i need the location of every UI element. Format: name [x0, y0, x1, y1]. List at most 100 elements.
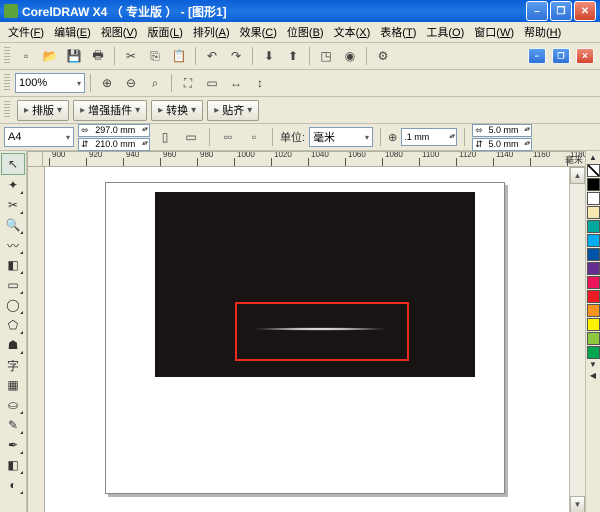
- close-button[interactable]: ✕: [574, 1, 596, 21]
- duplicate-y-input[interactable]: ⇵5.0 mm: [472, 138, 532, 151]
- page-width-input[interactable]: ⬄ 297.0 mm: [78, 124, 150, 137]
- tool-polygon[interactable]: ⬠: [2, 315, 24, 335]
- toolbar-grip[interactable]: [4, 47, 10, 65]
- swatch-10[interactable]: [587, 304, 600, 317]
- menu-v[interactable]: 视图(V): [97, 22, 142, 42]
- tool-crop[interactable]: ✂: [2, 195, 24, 215]
- undo-button[interactable]: ↶: [201, 45, 223, 67]
- ruler-origin[interactable]: [27, 151, 43, 167]
- units-combo[interactable]: 毫米: [309, 127, 373, 147]
- doc-restore-button[interactable]: ❐: [552, 48, 570, 64]
- zoom-out-button[interactable]: ⊖: [120, 72, 142, 94]
- group-button-0[interactable]: ▸排版▾: [17, 100, 69, 121]
- tool-pick[interactable]: ↖: [1, 153, 25, 175]
- tool-ellipse[interactable]: ◯: [2, 295, 24, 315]
- menu-o[interactable]: 工具(O): [422, 22, 468, 42]
- minimize-button[interactable]: –: [526, 1, 548, 21]
- scroll-down-button[interactable]: ▼: [570, 496, 585, 512]
- portrait-button[interactable]: ▯: [154, 126, 176, 148]
- toolbar-grip[interactable]: [4, 101, 10, 119]
- copy-button[interactable]: ⎘: [144, 45, 166, 67]
- page-height-input[interactable]: ⇵ 210.0 mm: [78, 138, 150, 151]
- welcome-button[interactable]: ◉: [339, 45, 361, 67]
- zoom-all-button[interactable]: ⛶: [177, 72, 199, 94]
- tool-basic-shapes[interactable]: ☗: [2, 335, 24, 355]
- paste-button[interactable]: 📋: [168, 45, 190, 67]
- swatch-8[interactable]: [587, 276, 600, 289]
- duplicate-x-input[interactable]: ⬄5.0 mm: [472, 124, 532, 137]
- redo-button[interactable]: ↷: [225, 45, 247, 67]
- scroll-track[interactable]: [570, 184, 585, 496]
- tool-text[interactable]: 字: [2, 355, 24, 375]
- swatch-2[interactable]: [587, 192, 600, 205]
- palette-flyout-button[interactable]: ◀: [590, 371, 596, 382]
- nudge-input[interactable]: .1 mm: [401, 128, 457, 146]
- tool-outline[interactable]: ✒: [2, 435, 24, 455]
- menu-l[interactable]: 版面(L): [143, 22, 186, 42]
- menu-e[interactable]: 编辑(E): [50, 22, 95, 42]
- zoom-height-button[interactable]: ↕: [249, 72, 271, 94]
- palette-down-button[interactable]: ▼: [589, 360, 597, 371]
- menu-x[interactable]: 文本(X): [330, 22, 375, 42]
- swatch-4[interactable]: [587, 220, 600, 233]
- group-button-3[interactable]: ▸贴齐▾: [207, 100, 259, 121]
- swatch-11[interactable]: [587, 318, 600, 331]
- maximize-button[interactable]: ❐: [550, 1, 572, 21]
- swatch-12[interactable]: [587, 332, 600, 345]
- swatch-6[interactable]: [587, 248, 600, 261]
- tool-freehand[interactable]: 〰: [2, 235, 24, 255]
- horizontal-ruler[interactable]: 毫米 9009209409609801000102010401060108011…: [43, 151, 585, 167]
- tool-interactive-fill[interactable]: ◐: [2, 475, 24, 495]
- tool-fill[interactable]: ◧: [2, 455, 24, 475]
- print-button[interactable]: 🖶: [87, 45, 109, 67]
- tool-shape[interactable]: ✦: [2, 175, 24, 195]
- group-button-1[interactable]: ▸增强插件▾: [73, 100, 147, 121]
- swatch-9[interactable]: [587, 290, 600, 303]
- menu-w[interactable]: 窗口(W): [470, 22, 518, 42]
- vertical-scrollbar[interactable]: ▲ ▼: [569, 167, 585, 512]
- swatch-1[interactable]: [587, 178, 600, 191]
- menu-h[interactable]: 帮助(H): [520, 22, 565, 42]
- menu-b[interactable]: 位图(B): [283, 22, 328, 42]
- export-button[interactable]: ⬆: [282, 45, 304, 67]
- swatch-7[interactable]: [587, 262, 600, 275]
- menu-t[interactable]: 表格(T): [376, 22, 420, 42]
- palette-up-button[interactable]: ▲: [589, 153, 597, 164]
- drawing-canvas[interactable]: [45, 167, 569, 512]
- save-button[interactable]: 💾: [63, 45, 85, 67]
- zoom-page-button[interactable]: ▭: [201, 72, 223, 94]
- tool-smart-fill[interactable]: ◧: [2, 255, 24, 275]
- swatch-13[interactable]: [587, 346, 600, 359]
- swatch-5[interactable]: [587, 234, 600, 247]
- zoom-width-button[interactable]: ↔: [225, 72, 247, 94]
- app-launcher-button[interactable]: ◳: [315, 45, 337, 67]
- options-button[interactable]: ⚙: [372, 45, 394, 67]
- zoom-in-button[interactable]: ⊕: [96, 72, 118, 94]
- scroll-up-button[interactable]: ▲: [570, 167, 585, 184]
- tool-table[interactable]: ▦: [2, 375, 24, 395]
- tool-rectangle[interactable]: ▭: [2, 275, 24, 295]
- doc-minimize-button[interactable]: –: [528, 48, 546, 64]
- menu-c[interactable]: 效果(C): [236, 22, 281, 42]
- menu-a[interactable]: 排列(A): [189, 22, 234, 42]
- landscape-button[interactable]: ▭: [180, 126, 202, 148]
- swatch-3[interactable]: [587, 206, 600, 219]
- tool-zoom[interactable]: 🔍: [2, 215, 24, 235]
- page-apply-current-button[interactable]: ▫: [243, 126, 265, 148]
- new-button[interactable]: ▫: [15, 45, 37, 67]
- menu-f[interactable]: 文件(F): [4, 22, 48, 42]
- zoom-selection-button[interactable]: ⌕: [144, 72, 166, 94]
- open-button[interactable]: 📂: [39, 45, 61, 67]
- vertical-ruler[interactable]: [27, 167, 45, 512]
- toolbar-grip[interactable]: [4, 74, 10, 92]
- cut-button[interactable]: ✂: [120, 45, 142, 67]
- paper-size-combo[interactable]: A4: [4, 127, 74, 147]
- tool-eyedropper[interactable]: ✎: [2, 415, 24, 435]
- doc-close-button[interactable]: ✕: [576, 48, 594, 64]
- tool-interactive[interactable]: ⛀: [2, 395, 24, 415]
- page-apply-all-button[interactable]: ▫▫: [217, 126, 239, 148]
- group-button-2[interactable]: ▸转换▾: [151, 100, 203, 121]
- import-button[interactable]: ⬇: [258, 45, 280, 67]
- zoom-combo[interactable]: 100%: [15, 73, 85, 93]
- swatch-0[interactable]: [587, 164, 600, 177]
